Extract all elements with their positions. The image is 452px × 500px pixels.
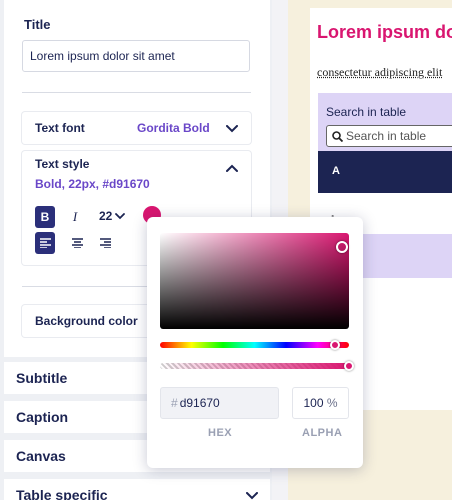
alpha-unit: % (327, 396, 338, 410)
hex-prefix: # (171, 396, 178, 410)
title-field-label: Title (24, 17, 51, 32)
alpha-caption: ALPHA (302, 427, 342, 439)
section-table-specific-label: Table specific (16, 487, 108, 500)
align-right-button[interactable] (95, 232, 115, 254)
search-icon (332, 131, 343, 142)
align-left-icon (40, 238, 51, 248)
font-size-select[interactable]: 22 (99, 209, 125, 223)
hex-caption: HEX (208, 427, 232, 439)
saturation-handle[interactable] (336, 241, 348, 253)
background-color-label: Background color (35, 314, 138, 328)
chevron-down-icon[interactable] (246, 492, 258, 500)
preview-subtitle: consectetur adipiscing elit (317, 65, 442, 80)
preview-search-placeholder: Search in table (346, 129, 426, 143)
preview-search-bar: Search in table Search in table (318, 93, 452, 156)
color-picker-popover: # d91670 100 % HEX ALPHA (147, 217, 363, 468)
chevron-down-icon[interactable] (226, 125, 238, 133)
section-canvas-label: Canvas (16, 448, 66, 464)
section-subtitle-label: Subtitle (16, 370, 67, 386)
preview-title: Lorem ipsum do (317, 22, 452, 43)
hex-input[interactable]: # d91670 (160, 387, 279, 419)
text-font-row[interactable]: Text font Gordita Bold (22, 112, 251, 144)
divider (22, 92, 251, 93)
text-style-value: Bold, 22px, #d91670 (35, 177, 150, 191)
alpha-slider-knob[interactable] (344, 361, 354, 371)
title-input[interactable] (22, 40, 250, 72)
chevron-down-icon (115, 213, 125, 220)
hue-slider-knob[interactable] (330, 340, 340, 350)
align-right-icon (100, 238, 111, 248)
saturation-value-area[interactable] (160, 233, 349, 329)
align-left-button[interactable] (35, 232, 55, 254)
text-font-value: Gordita Bold (137, 121, 210, 135)
hue-slider[interactable] (160, 342, 349, 348)
alpha-slider[interactable] (160, 363, 349, 369)
section-table-specific[interactable]: Table specific (4, 479, 270, 500)
align-center-button[interactable] (67, 232, 87, 254)
preview-column-header: A (332, 165, 340, 177)
font-size-value: 22 (99, 209, 112, 223)
preview-search-label: Search in table (326, 105, 406, 119)
bold-button[interactable]: B (35, 206, 55, 228)
italic-button[interactable]: I (65, 206, 85, 228)
preview-table-header: A (318, 151, 452, 193)
align-center-icon (72, 238, 83, 248)
hex-value: d91670 (180, 396, 220, 410)
section-caption-label: Caption (16, 409, 68, 425)
chevron-up-icon[interactable] (226, 164, 238, 172)
alpha-value: 100 (303, 396, 323, 410)
preview-search-input[interactable]: Search in table (326, 125, 452, 147)
text-font-label: Text font (35, 121, 85, 135)
text-style-label: Text style (35, 157, 89, 171)
alpha-input[interactable]: 100 % (292, 387, 349, 419)
